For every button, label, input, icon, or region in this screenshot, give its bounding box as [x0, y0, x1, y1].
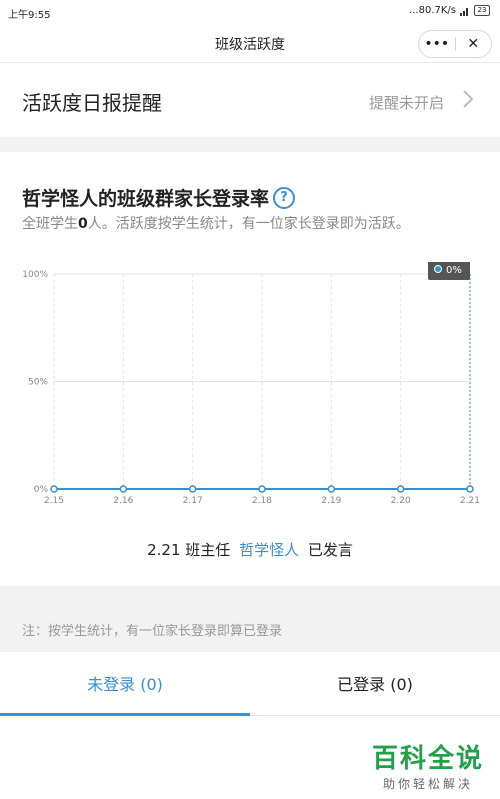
tab-logged-in[interactable]: 已登录 (0) — [250, 652, 500, 714]
student-count: 0 — [78, 216, 88, 232]
y-tick-label: 100% — [22, 270, 48, 280]
x-tick-label: 2.17 — [183, 496, 203, 506]
speaker-action: 已发言 — [307, 541, 353, 559]
signal-icon — [460, 7, 468, 16]
watermark-logo: 百科全说 — [371, 744, 484, 774]
network-speed: ...80.7K/s — [409, 5, 456, 16]
tooltip-dot — [434, 265, 442, 273]
tab-not-logged-in[interactable]: 未登录 (0) — [0, 652, 250, 714]
data-point — [327, 485, 336, 493]
login-rate-chart: 100% 50% 0% 2.15 2.16 2.17 2.18 2.19 2.20 2.21 0% — [22, 262, 482, 524]
tooltip-label: 0% — [446, 265, 462, 276]
data-point — [258, 485, 266, 493]
x-tick-label: 2.19 — [321, 496, 341, 506]
tab-active-indicator — [0, 713, 250, 716]
data-point — [188, 485, 197, 493]
chevron-right-icon — [463, 90, 474, 108]
data-point — [119, 485, 128, 493]
speaker-line: 2.21 班主任 哲学怪人 已发言 — [0, 539, 500, 560]
close-button[interactable]: ✕ — [456, 36, 492, 52]
x-tick-label: 2.20 — [391, 496, 411, 506]
battery-icon: 23 — [474, 5, 490, 16]
y-tick-label: 50% — [28, 378, 48, 388]
chart-svg: 100%50%0%2.15 2.16 2.17 2.18 2.19 2.20 2.210% — [22, 262, 480, 506]
more-button[interactable]: ••• — [419, 36, 455, 52]
desc-suffix: 人。活跃度按学生统计，有一位家长登录即为活跃。 — [87, 216, 410, 232]
reminder-status: 提醒未开启 — [368, 94, 444, 112]
speaker-role: 班主任 — [185, 541, 231, 559]
title-bar: 班级活跃度 ••• ✕ — [0, 24, 500, 63]
help-icon[interactable]: ? — [273, 186, 296, 209]
login-rate-card: 哲学怪人的班级群家长登录率 ? 全班学生0人。活跃度按学生统计，有一位家长登录即… — [0, 152, 500, 586]
status-time: 上午9:55 — [8, 10, 51, 21]
card-title-text: 哲学怪人的班级群家长登录率 — [22, 188, 270, 210]
data-point — [396, 485, 405, 493]
status-bar: 上午9:55 ...80.7K/s 23 — [0, 0, 500, 24]
mini-program-capsule: ••• ✕ — [418, 30, 492, 58]
y-tick-label: 0% — [34, 485, 49, 495]
speaker-date: 2.21 — [147, 541, 181, 559]
desc-prefix: 全班学生 — [22, 216, 78, 232]
status-right: ...80.7K/s 23 — [409, 5, 490, 16]
reminder-label: 活跃度日报提醒 — [22, 91, 162, 115]
speaker-name[interactable]: 哲学怪人 — [239, 541, 299, 559]
card-title: 哲学怪人的班级群家长登录率 ? — [22, 184, 296, 211]
x-tick-label: 2.18 — [252, 496, 272, 506]
card-description: 全班学生0人。活跃度按学生统计，有一位家长登录即为活跃。 — [22, 214, 474, 235]
watermark: 百科全说 助你轻松解决 — [372, 738, 484, 792]
x-tick-label: 2.16 — [113, 496, 133, 506]
data-point — [50, 485, 58, 493]
x-tick-label: 2.21 — [460, 496, 480, 506]
watermark-subtitle: 助你轻松解决 — [382, 777, 473, 791]
data-point — [466, 485, 474, 493]
footnote: 注：按学生统计，有一位家长登录即算已登录 — [22, 624, 283, 639]
x-tick-label: 2.15 — [44, 496, 64, 506]
daily-reminder-row[interactable]: 活跃度日报提醒 提醒未开启 — [0, 63, 500, 137]
